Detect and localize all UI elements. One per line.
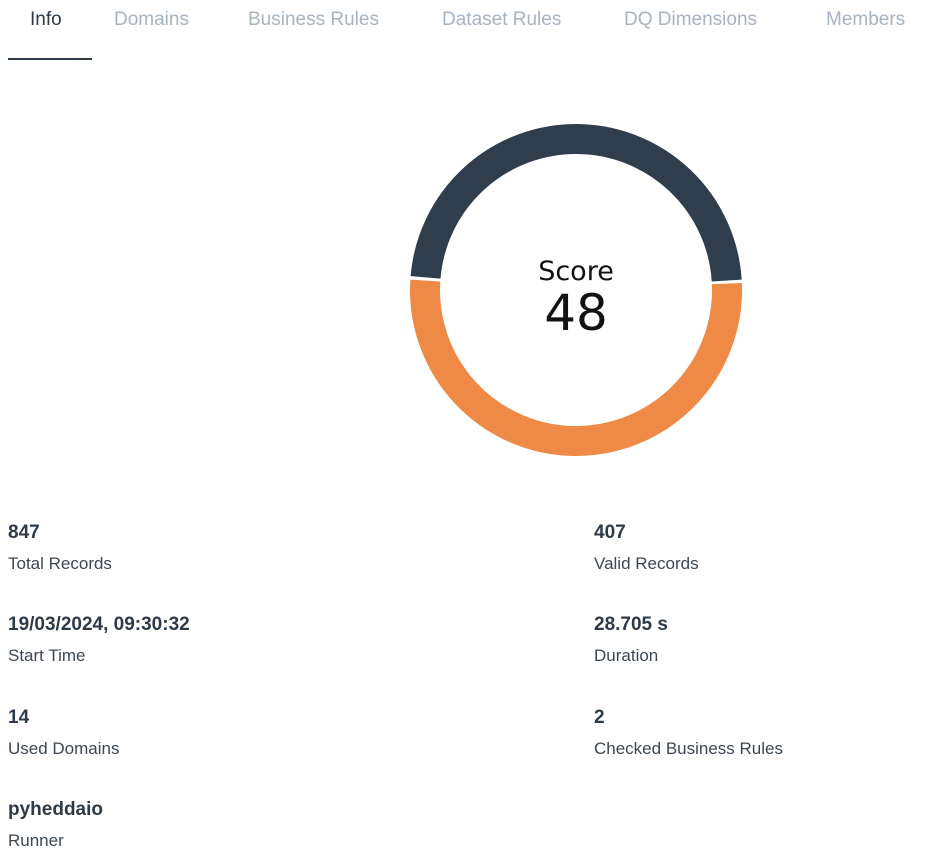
stat-total-records: 847 Total Records [8,522,112,574]
score-donut-chart: Score 48 [410,124,742,456]
stat-valid-records: 407 Valid Records [594,522,699,574]
checked-business-rules-label: Checked Business Rules [594,739,783,758]
duration-value: 28.705 s [594,614,668,635]
checked-business-rules-value: 2 [594,707,605,728]
valid-records-value: 407 [594,522,626,543]
used-domains-label: Used Domains [8,739,120,758]
valid-records-label: Valid Records [594,554,699,573]
stat-checked-business-rules: 2 Checked Business Rules [594,707,783,759]
score-value: 48 [544,284,608,342]
runner-label: Runner [8,831,64,850]
stat-duration: 28.705 s Duration [594,614,668,666]
score-label: Score [538,256,614,287]
duration-label: Duration [594,646,659,665]
start-time-value: 19/03/2024, 09:30:32 [8,614,190,635]
stat-runner: pyheddaio Runner [8,799,103,851]
used-domains-value: 14 [8,707,30,728]
stat-used-domains: 14 Used Domains [8,707,120,759]
stat-start-time: 19/03/2024, 09:30:32 Start Time [8,614,190,666]
start-time-label: Start Time [8,646,86,665]
runner-value: pyheddaio [8,799,104,820]
total-records-label: Total Records [8,554,112,573]
total-records-value: 847 [8,522,40,543]
